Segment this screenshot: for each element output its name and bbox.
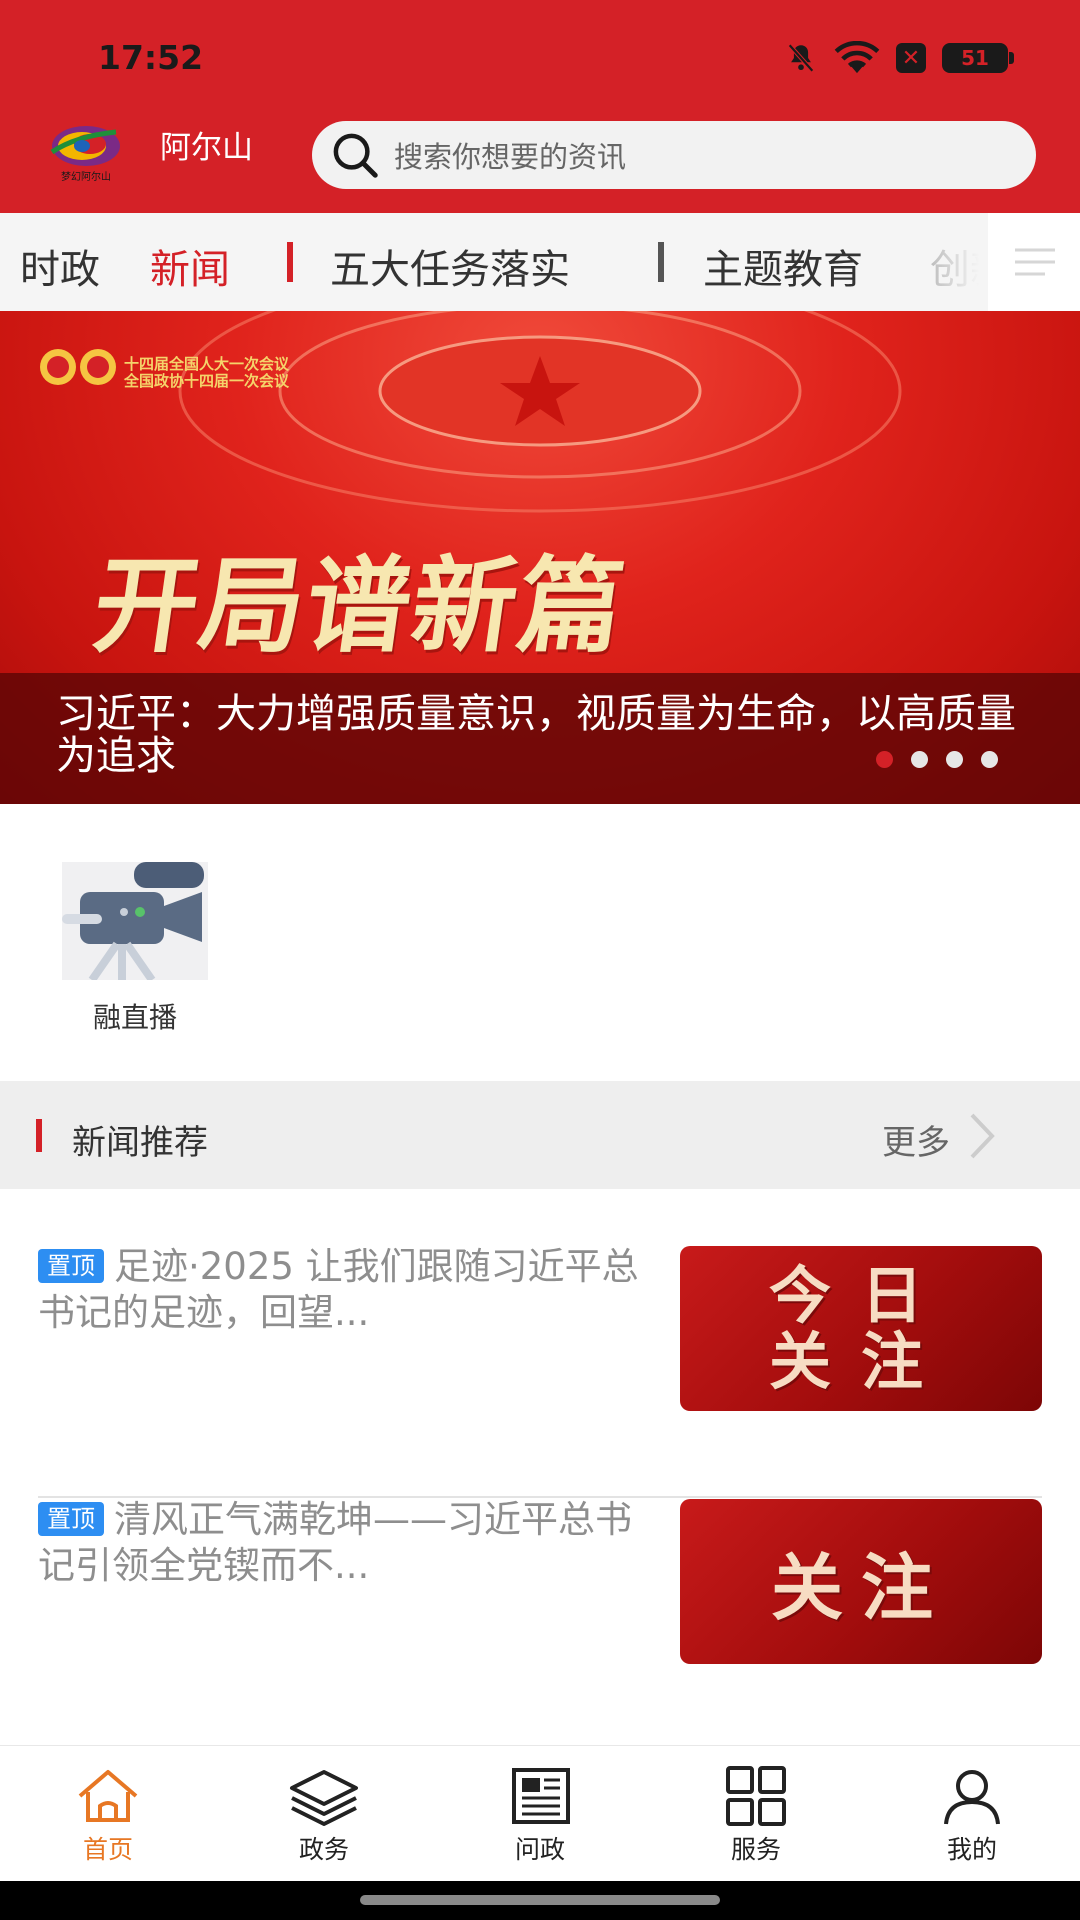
nav-home[interactable]: 首页 [0, 1746, 216, 1882]
status-time: 17:52 [98, 38, 204, 77]
category-tabs: 时政 新闻 五大任务落实 主题教育 创新 [0, 213, 1080, 311]
banner-caption: 习近平：大力增强质量意识，视质量为生命，以高质量为追求 [0, 673, 1080, 804]
tab-theme-education[interactable]: 主题教育 [703, 237, 863, 295]
carousel-dot[interactable] [946, 751, 963, 768]
nav-label: 我的 [946, 1835, 997, 1864]
news-item[interactable]: 置顶 清风正气满乾坤——习近平总书记引领全党锲而不... 关注 [38, 1497, 1042, 1751]
section-accent [36, 1119, 42, 1152]
battery-icon: 51 [942, 43, 1014, 73]
bottom-navigation: 首页 政务 问政 服务 我的 [0, 1745, 1080, 1881]
nav-label: 政务 [298, 1835, 349, 1864]
tab-five-tasks[interactable]: 五大任务落实 [330, 237, 570, 295]
nav-inquiry[interactable]: 问政 [432, 1746, 648, 1882]
system-navigation-bar [0, 1881, 1080, 1920]
news-thumbnail[interactable]: 关注 [680, 1499, 1042, 1664]
search-placeholder: 搜索你想要的资讯 [394, 140, 627, 174]
banner-carousel[interactable]: 十四届全国人大一次会议 全国政协十四届一次会议 开局谱新篇 习近平：大力增强质量… [0, 311, 1080, 804]
menu-lines-icon [1015, 248, 1055, 276]
live-entry[interactable]: 融直播 [62, 862, 208, 1036]
battery-level: 51 [961, 46, 989, 70]
nav-label: 首页 [82, 1835, 133, 1864]
tab-divider [287, 242, 293, 282]
news-section-header: 新闻推荐 更多 [0, 1081, 1080, 1189]
news-title[interactable]: 清风正气满乾坤——习近平总书记引领全党锲而不... [38, 1498, 632, 1587]
status-icons: ✕ 51 [784, 40, 1014, 76]
nav-mine[interactable]: 我的 [864, 1746, 1080, 1882]
news-thumbnail[interactable]: 今日 关注 [680, 1246, 1042, 1411]
nav-label: 服务 [730, 1835, 781, 1864]
city-name: 阿尔山 [160, 130, 253, 166]
carousel-dot[interactable] [911, 751, 928, 768]
nav-services[interactable]: 服务 [648, 1746, 864, 1882]
news-text: 置顶 清风正气满乾坤——习近平总书记引领全党锲而不... [38, 1497, 658, 1589]
tab-divider [658, 242, 664, 282]
more-link[interactable]: 更多 [882, 1115, 950, 1164]
carousel-dot[interactable] [876, 751, 893, 768]
banner-slogan: 开局谱新篇 [86, 544, 634, 667]
tab-shizheng[interactable]: 时政 [20, 237, 100, 295]
pinned-badge: 置顶 [38, 1502, 104, 1536]
news-item[interactable]: 置顶 足迹·2025 让我们跟随习近平总书记的足迹，回望... 今日 关注 [38, 1244, 1042, 1498]
news-text: 置顶 足迹·2025 让我们跟随习近平总书记的足迹，回望... [38, 1244, 658, 1336]
search-bar[interactable]: 搜索你想要的资讯 [312, 121, 1036, 189]
app-logo: 梦幻阿尔山 [50, 126, 120, 183]
notification-error-icon: ✕ [896, 43, 926, 73]
home-icon [78, 1770, 138, 1822]
wifi-icon [834, 41, 880, 74]
logo-caption: 梦幻阿尔山 [61, 170, 111, 183]
nav-government[interactable]: 政务 [216, 1746, 432, 1882]
user-icon [944, 1770, 1000, 1825]
thumbnail-caption: 今日 关注 [768, 1258, 953, 1398]
home-gesture-handle[interactable] [360, 1895, 720, 1905]
tabs-fade [898, 213, 988, 311]
section-title: 新闻推荐 [72, 1123, 208, 1163]
nav-label: 问政 [514, 1835, 565, 1864]
banner-title[interactable]: 习近平：大力增强质量意识，视质量为生命，以高质量为追求 [56, 693, 1016, 777]
conference-line2: 全国政协十四届一次会议 [124, 372, 290, 390]
bell-muted-icon [788, 43, 814, 73]
pinned-badge: 置顶 [38, 1249, 104, 1283]
chevron-right-icon[interactable] [962, 1111, 1002, 1161]
thumbnail-caption: 关注 [770, 1545, 951, 1630]
grid-icon [726, 1766, 786, 1826]
news-title[interactable]: 足迹·2025 让我们跟随习近平总书记的足迹，回望... [38, 1245, 639, 1334]
carousel-indicator [876, 751, 998, 768]
layers-icon [290, 1770, 358, 1826]
tabs-menu-button[interactable] [988, 213, 1080, 311]
live-entry-label: 融直播 [92, 1001, 177, 1034]
app-header: 17:52 ✕ 51 梦幻阿尔山 阿尔山 搜索你想要的资讯 [0, 0, 1080, 213]
search-icon [333, 133, 378, 178]
carousel-dot[interactable] [981, 751, 998, 768]
video-camera-icon [62, 862, 208, 983]
newspaper-icon [512, 1768, 570, 1824]
tab-news[interactable]: 新闻 [150, 237, 230, 295]
